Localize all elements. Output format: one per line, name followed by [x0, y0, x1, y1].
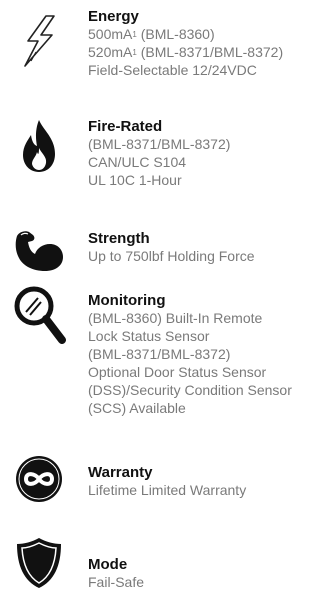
feature-line: Optional Door Status Sensor — [88, 364, 267, 380]
feature-text: Strength Up to 750lbf Holding Force — [88, 230, 328, 265]
feature-title: Strength — [88, 230, 150, 247]
lightning-bolt-icon — [0, 14, 78, 68]
feature-line: Field-Selectable 12/24VDC — [88, 62, 257, 78]
feature-title: Mode — [88, 556, 128, 573]
feature-line: UL 10C 1-Hour — [88, 172, 182, 188]
feature-text: Energy 500mA1 (BML-8360) 520mA1 (BML-837… — [88, 8, 328, 79]
flexed-arm-icon — [0, 226, 78, 272]
feature-title: Warranty — [88, 464, 153, 481]
feature-line: (SCS) Available — [88, 400, 186, 416]
feature-line: 500mA1 (BML-8360) — [88, 26, 215, 42]
feature-text: Mode Fail-Safe — [88, 556, 328, 591]
infinity-icon — [0, 454, 78, 504]
flame-icon — [0, 118, 78, 174]
feature-title: Energy — [88, 8, 139, 25]
feature-text: Monitoring (BML-8360) Built-In Remote Lo… — [88, 292, 328, 417]
feature-title: Fire-Rated — [88, 118, 163, 135]
feature-text: Warranty Lifetime Limited Warranty — [88, 464, 328, 499]
feature-line: (BML-8360) Built-In Remote — [88, 310, 263, 326]
feature-line: 520mA1 (BML-8371/BML-8372) — [88, 44, 284, 60]
feature-title: Monitoring — [88, 292, 166, 309]
feature-line: CAN/ULC S104 — [88, 154, 187, 170]
feature-line: Fail-Safe — [88, 574, 145, 590]
feature-text: Fire-Rated (BML-8371/BML-8372) CAN/ULC S… — [88, 118, 328, 189]
feature-line: Up to 750lbf Holding Force — [88, 248, 255, 264]
feature-line: (DSS)/Security Condition Sensor — [88, 382, 292, 398]
feature-line: (BML-8371/BML-8372) — [88, 136, 231, 152]
shield-icon — [0, 536, 78, 590]
feature-line: Lock Status Sensor — [88, 328, 210, 344]
feature-line: Lifetime Limited Warranty — [88, 482, 247, 498]
feature-line: (BML-8371/BML-8372) — [88, 346, 231, 362]
magnifying-glass-icon — [0, 284, 78, 344]
